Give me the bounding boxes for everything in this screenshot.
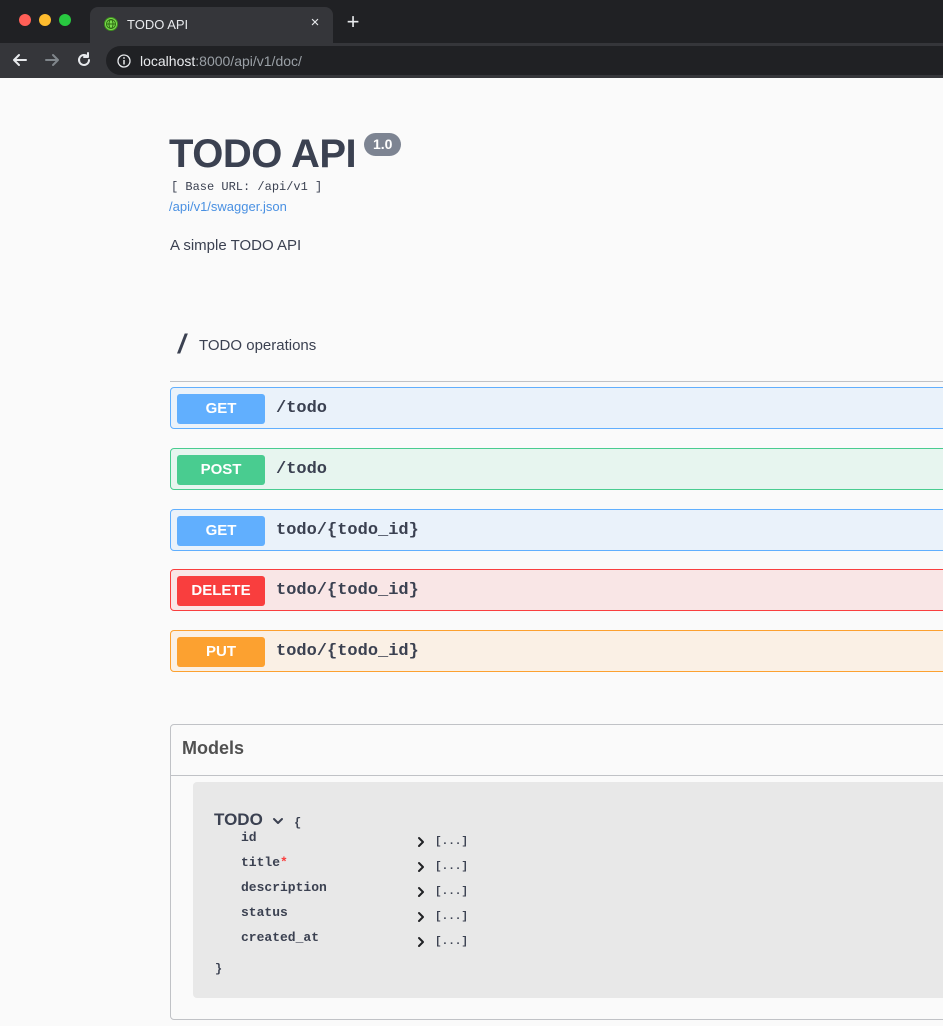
- property-name-text: created_at: [241, 930, 320, 945]
- tag-name: /: [178, 329, 186, 359]
- chevron-right-icon[interactable]: [415, 835, 427, 847]
- chevron-right-icon[interactable]: [415, 935, 427, 947]
- property-name: id: [241, 830, 257, 845]
- operation-path: todo/{todo_id}: [276, 581, 419, 600]
- model-property: title* [...]: [241, 855, 521, 875]
- reload-icon[interactable]: [74, 50, 94, 70]
- url-host: localhost: [140, 53, 196, 69]
- base-url: [ Base URL: /api/v1 ]: [171, 180, 323, 194]
- property-name: status: [241, 905, 288, 920]
- close-window-button[interactable]: [19, 14, 31, 26]
- required-star: *: [280, 855, 288, 870]
- collapsed-value[interactable]: [...]: [435, 936, 468, 948]
- operation-path: /todo: [276, 460, 328, 479]
- model-property: status [...]: [241, 905, 521, 925]
- operation-put-todo-by-id[interactable]: PUT todo/{todo_id}: [170, 630, 943, 672]
- property-name-text: id: [241, 830, 257, 845]
- collapsed-value[interactable]: [...]: [435, 886, 468, 898]
- collapsed-value[interactable]: [...]: [435, 911, 468, 923]
- browser-toolbar: localhost:8000/api/v1/doc/: [0, 43, 943, 78]
- operation-path: todo/{todo_id}: [276, 521, 419, 540]
- property-name: title*: [241, 855, 288, 870]
- minimize-window-button[interactable]: [39, 14, 51, 26]
- property-name-text: description: [241, 880, 327, 895]
- new-tab-button[interactable]: +: [343, 11, 363, 33]
- open-brace: {: [294, 816, 302, 830]
- method-badge-get: GET: [177, 516, 265, 546]
- chevron-right-icon[interactable]: [415, 885, 427, 897]
- swagger-json-link[interactable]: /api/v1/swagger.json: [169, 199, 287, 214]
- chevron-right-icon[interactable]: [415, 860, 427, 872]
- maximize-window-button[interactable]: [59, 14, 71, 26]
- model-name[interactable]: TODO: [214, 810, 263, 830]
- url-text: localhost:8000/api/v1/doc/: [140, 53, 302, 69]
- api-description: A simple TODO API: [170, 237, 302, 254]
- operation-get-todo[interactable]: GET /todo: [170, 387, 943, 429]
- close-brace: }: [215, 962, 223, 976]
- property-name-text: title: [241, 855, 281, 870]
- operation-get-todo-by-id[interactable]: GET todo/{todo_id}: [170, 509, 943, 551]
- method-badge-get: GET: [177, 394, 265, 424]
- tag-description: TODO operations: [199, 337, 317, 354]
- collapsed-value[interactable]: [...]: [435, 836, 468, 848]
- model-property: id [...]: [241, 830, 521, 850]
- chevron-down-icon[interactable]: [271, 814, 285, 828]
- operation-path: todo/{todo_id}: [276, 642, 419, 661]
- browser-tab[interactable]: TODO API ×: [90, 7, 333, 43]
- info-icon[interactable]: [117, 54, 131, 68]
- operation-delete-todo-by-id[interactable]: DELETE todo/{todo_id}: [170, 569, 943, 611]
- operation-post-todo[interactable]: POST /todo: [170, 448, 943, 490]
- model-todo: TODO { id [...] title* [...] description: [193, 782, 943, 998]
- tab-close-icon[interactable]: ×: [307, 15, 323, 31]
- back-arrow-icon[interactable]: [10, 50, 30, 70]
- model-property: description [...]: [241, 880, 521, 900]
- version-badge: 1.0: [364, 133, 402, 156]
- method-badge-put: PUT: [177, 637, 265, 667]
- models-section: Models TODO { id [...] title* [...] desc…: [170, 724, 943, 1020]
- models-header[interactable]: Models: [171, 725, 943, 776]
- collapsed-value[interactable]: [...]: [435, 861, 468, 873]
- model-property: created_at [...]: [241, 930, 521, 950]
- forward-arrow-icon[interactable]: [42, 50, 62, 70]
- tag-section-header[interactable]: / TODO operations: [170, 323, 943, 382]
- tab-title: TODO API: [127, 17, 189, 32]
- url-path: :8000/api/v1/doc/: [195, 53, 302, 69]
- method-badge-post: POST: [177, 455, 265, 485]
- method-badge-delete: DELETE: [177, 576, 265, 606]
- property-name: created_at: [241, 930, 319, 945]
- globe-icon: [104, 17, 118, 31]
- api-title: TODO API: [169, 132, 357, 176]
- property-name-text: status: [241, 905, 288, 920]
- models-title: Models: [182, 738, 245, 758]
- operation-path: /todo: [276, 399, 328, 418]
- browser-titlebar: TODO API × +: [0, 0, 943, 43]
- chevron-right-icon[interactable]: [415, 910, 427, 922]
- property-name: description: [241, 880, 327, 895]
- address-bar[interactable]: localhost:8000/api/v1/doc/: [106, 46, 943, 75]
